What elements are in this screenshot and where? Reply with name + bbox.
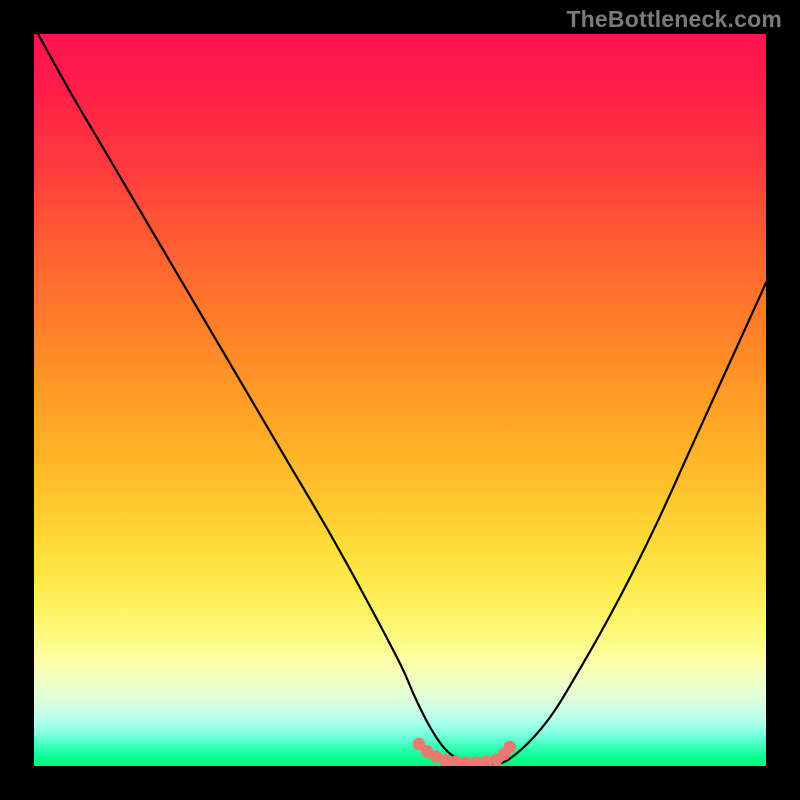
watermark-text: TheBottleneck.com xyxy=(566,6,782,33)
plot-area xyxy=(34,34,766,766)
bottleneck-curve xyxy=(34,34,766,764)
chart-svg xyxy=(34,34,766,766)
chart-frame: { "watermark": "TheBottleneck.com", "col… xyxy=(0,0,800,800)
valley-dot xyxy=(504,741,517,754)
valley-dots-group xyxy=(413,738,516,766)
